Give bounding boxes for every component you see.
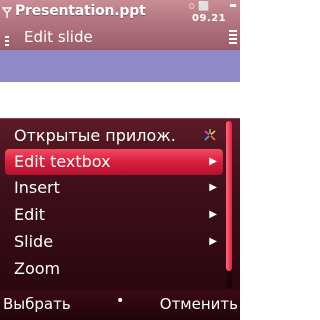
page-subtitle: Edit slide — [24, 28, 93, 46]
multitask-star-icon — [204, 129, 216, 141]
menu-item-label: Edit textbox — [14, 152, 111, 171]
submenu-arrow-icon: ▶ — [209, 182, 217, 193]
signal-strength-icon — [2, 7, 12, 46]
softkey-cancel[interactable]: Отменить — [160, 295, 238, 313]
submenu-arrow-icon: ▶ — [209, 236, 217, 247]
title-bar: Presentation.ppt Edit slide ✩ ⬜ 09.21 — [0, 0, 240, 50]
menu-item-edit[interactable]: Edit ▶ — [5, 202, 223, 228]
menu-scrollbar[interactable] — [226, 121, 232, 289]
slide-header-band — [0, 50, 240, 82]
menu-item-label: Insert — [14, 178, 60, 197]
softkey-bar: Выбрать • Отменить — [0, 290, 240, 320]
menu-item-label: Открытые прилож. — [14, 126, 176, 145]
menu-item-label: Edit — [14, 205, 45, 224]
slide-canvas — [0, 82, 240, 118]
menu-item-label: Zoom — [14, 259, 61, 278]
softkey-middle[interactable]: • — [116, 293, 124, 309]
menu-item-slide[interactable]: Slide ▶ — [5, 229, 223, 255]
softkey-select[interactable]: Выбрать — [3, 295, 71, 313]
submenu-arrow-icon: ▶ — [209, 209, 217, 220]
scroll-thumb[interactable] — [226, 121, 232, 271]
options-menu: Открытые прилож. Edit textbox ▶ Insert ▶… — [0, 118, 240, 291]
menu-item-zoom[interactable]: Zoom — [5, 256, 223, 282]
submenu-arrow-icon: ▶ — [209, 156, 217, 167]
app-title: Presentation.ppt — [15, 3, 146, 19]
menu-item-open-apps[interactable]: Открытые прилож. — [5, 123, 223, 149]
menu-item-label: Slide — [14, 232, 54, 251]
battery-icon — [229, 4, 237, 44]
clock: 09.21 — [192, 13, 227, 24]
menu-item-edit-textbox[interactable]: Edit textbox ▶ — [5, 149, 223, 175]
status-icons: ✩ ⬜ — [188, 2, 210, 12]
menu-item-insert[interactable]: Insert ▶ — [5, 175, 223, 201]
